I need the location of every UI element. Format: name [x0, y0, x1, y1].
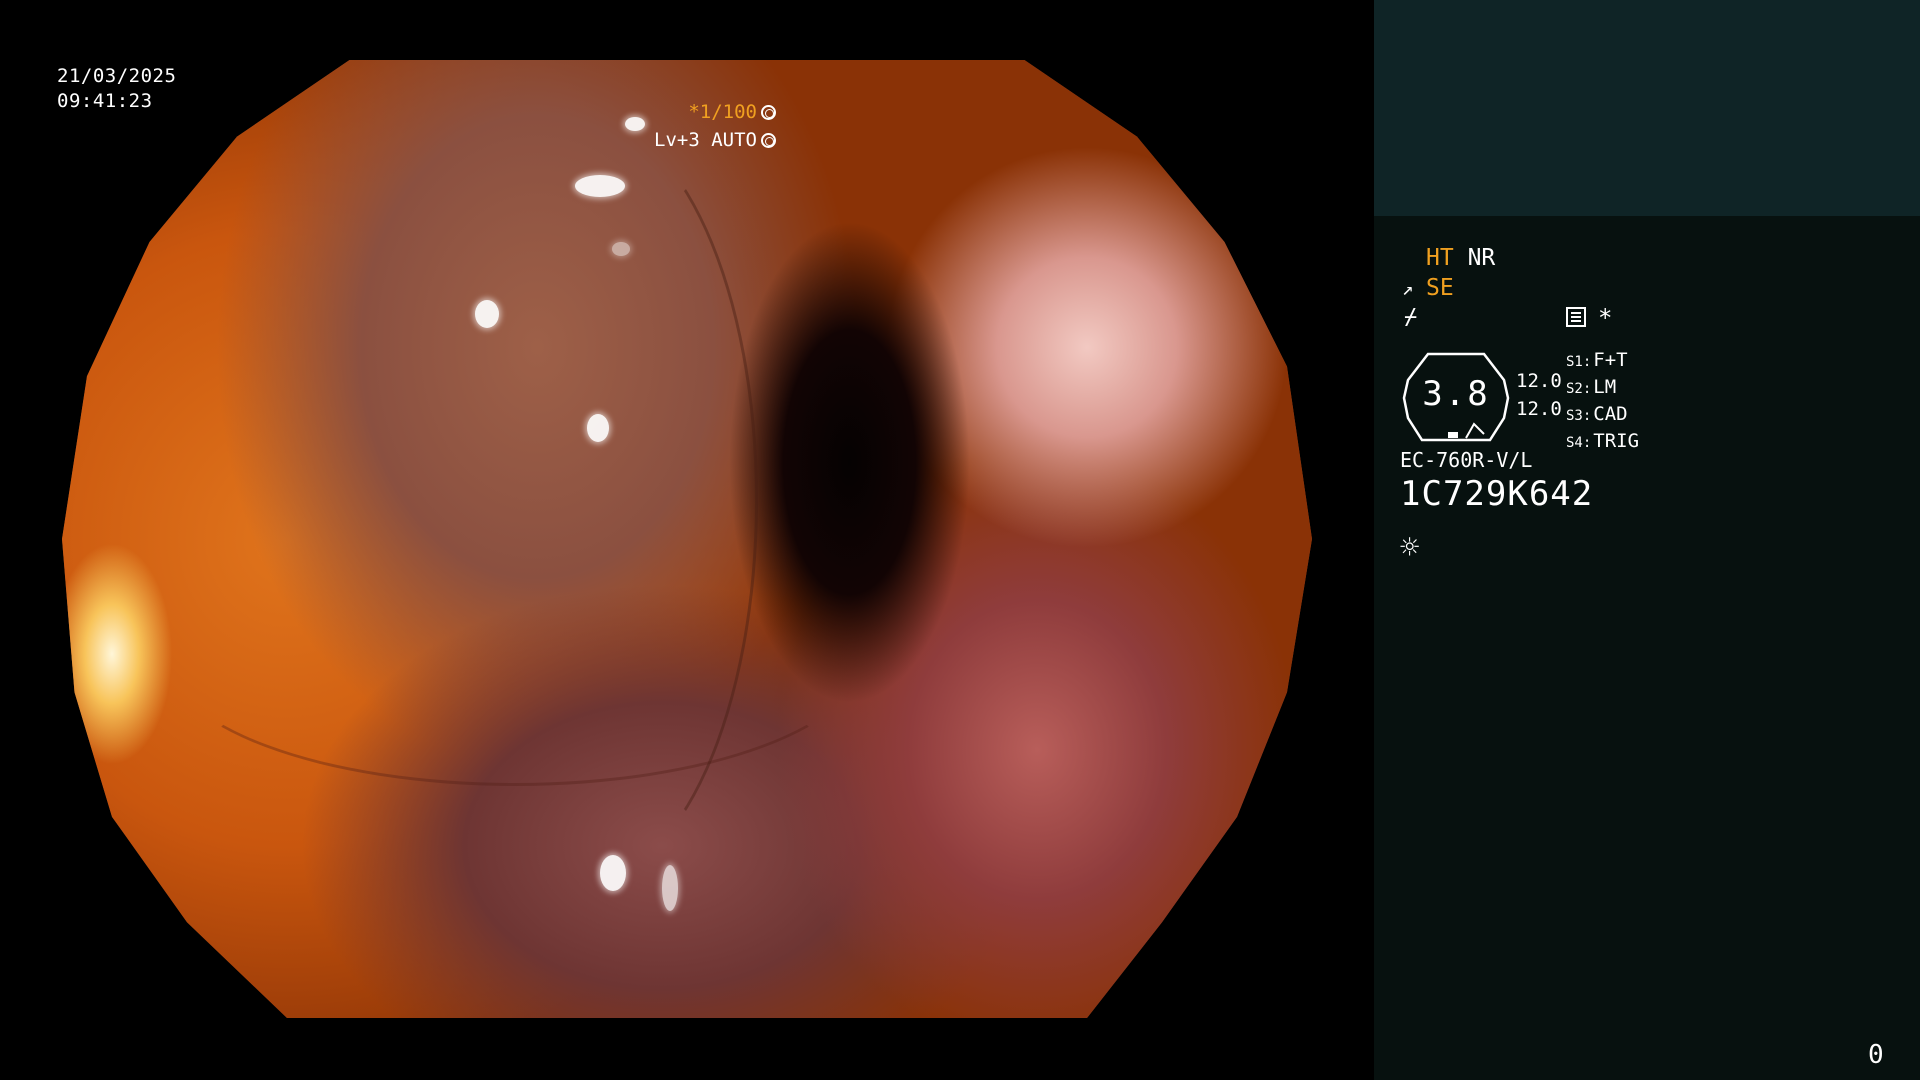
setting-value-bottom: 12.0 [1516, 398, 1562, 420]
function-symbol: ⌿ [1404, 305, 1418, 330]
switch-item: S3: CAD [1566, 403, 1628, 425]
scope-serial: 1C729K642 [1400, 474, 1594, 514]
aperture-icon [761, 104, 776, 120]
edge-enhance-icon: ↗ [1402, 278, 1414, 300]
star-indicator: * [1598, 304, 1613, 332]
ht-indicator: HT [1426, 245, 1454, 271]
switch-item: S4: TRIG [1566, 430, 1640, 452]
mucosa-fold [162, 520, 868, 786]
exposure-level: Lv+3 AUTO [654, 129, 757, 151]
specular-highlight [662, 864, 678, 911]
nr-indicator: NR [1467, 245, 1496, 271]
panel-header-area [1374, 0, 1920, 216]
info-panel [1374, 216, 1920, 1080]
se-indicator: SE [1426, 275, 1454, 301]
frame-counter: 0 [1868, 1040, 1884, 1070]
setting-value-top: 12.0 [1516, 370, 1562, 392]
scope-model: EC-760R-V/L [1400, 448, 1533, 472]
switch-item: S2: LM [1566, 376, 1617, 398]
brightness-icon: ☼ [1400, 528, 1420, 566]
shutter-speed: *1/100 [688, 101, 757, 123]
endoscope-image [62, 60, 1312, 1018]
time-text: 09:41:23 [57, 90, 153, 112]
gauge-value: 3.8 [1422, 374, 1490, 414]
menu-icon [1566, 307, 1586, 327]
switch-item: S1: F+T [1566, 349, 1628, 371]
structure-row: ↗ SE [1402, 274, 1454, 303]
date-time: 21/03/2025 09:41:23 [57, 64, 176, 114]
iris-icon [761, 132, 776, 148]
endoscope-view: 21/03/2025 09:41:23 *1/100 Lv+3 AUTO [0, 0, 1374, 1080]
date-text: 21/03/2025 [57, 65, 177, 87]
exposure-info: *1/100 Lv+3 AUTO [654, 98, 776, 154]
zoom-gauge: 3.8 [1400, 352, 1512, 442]
enhancement-row: HT NR [1426, 244, 1495, 272]
switch-list: S1: F+T S2: LM S3: CAD S4: TRIG [1566, 348, 1639, 456]
